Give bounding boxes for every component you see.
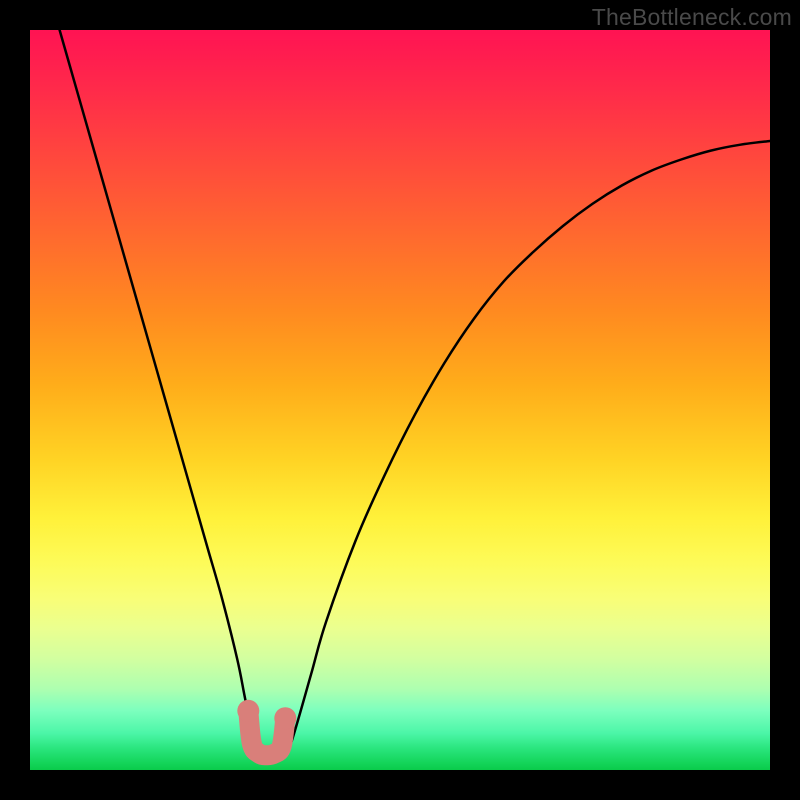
chart-frame: TheBottleneck.com xyxy=(0,0,800,800)
highlight-start-dot xyxy=(237,700,259,722)
highlight-end-dot xyxy=(274,707,296,729)
chart-svg xyxy=(30,30,770,770)
watermark-text: TheBottleneck.com xyxy=(592,4,792,31)
plot-area xyxy=(30,30,770,770)
bottleneck-curve xyxy=(60,30,770,756)
